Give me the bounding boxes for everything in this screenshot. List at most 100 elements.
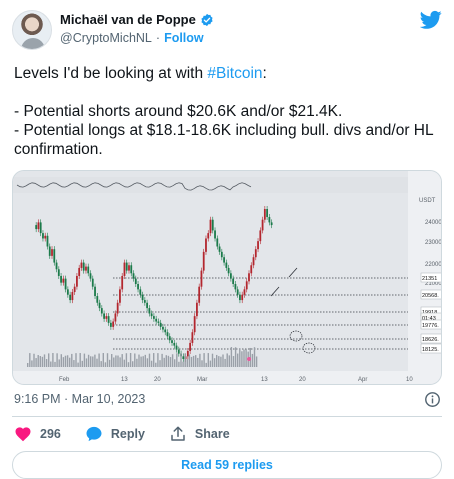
- candle-body: [94, 286, 96, 297]
- price-axis-unit: USDT: [419, 198, 436, 204]
- author-name[interactable]: Michaël van de Poppe: [60, 12, 196, 27]
- candle-body: [146, 302, 149, 309]
- candle-body: [216, 238, 219, 247]
- volume-bar: [207, 353, 209, 367]
- volume-bar: [132, 361, 134, 367]
- volume-bar: [203, 353, 205, 367]
- volume-bar: [237, 353, 239, 367]
- candle-body: [89, 273, 92, 279]
- share-arrow-icon: [171, 426, 185, 441]
- candle-body: [177, 349, 180, 354]
- candle-body: [270, 222, 273, 226]
- like-count: 296: [40, 427, 61, 441]
- time-tick-label: Apr: [358, 377, 367, 383]
- volume-bar: [92, 356, 94, 367]
- candle-body: [87, 266, 90, 274]
- candle-body: [252, 257, 255, 266]
- candle-body: [261, 219, 264, 231]
- volume-bar: [199, 353, 201, 367]
- volume-bar: [79, 353, 81, 367]
- volume-bar: [159, 360, 161, 367]
- volume-bar: [35, 358, 37, 367]
- volume-bar: [85, 358, 88, 367]
- volume-bar: [169, 357, 172, 367]
- volume-bar: [161, 353, 163, 367]
- price-tick-label: 22000.: [425, 262, 442, 268]
- candle-body: [191, 332, 194, 343]
- action-bar: 296 Reply Share: [14, 424, 254, 444]
- volume-bar: [188, 354, 191, 367]
- info-icon[interactable]: [424, 391, 441, 408]
- volume-bar: [184, 353, 186, 367]
- follow-button[interactable]: Follow: [164, 31, 204, 45]
- price-tick-label: 24000.: [425, 220, 442, 226]
- candle-body: [211, 219, 214, 231]
- volume-bar: [48, 353, 50, 367]
- chart-image[interactable]: 24000.23000.22000.21000.USDT2135120568.1…: [12, 170, 442, 385]
- twitter-bird-icon[interactable]: [420, 10, 442, 30]
- candle-body: [107, 316, 110, 323]
- volume-bar: [239, 348, 241, 367]
- volume-bar: [64, 355, 67, 367]
- volume-bar: [100, 361, 102, 367]
- candle-body: [109, 322, 112, 327]
- volume-bar: [171, 354, 174, 367]
- volume-bar: [77, 362, 79, 367]
- hashtag-link[interactable]: #Bitcoin: [207, 65, 262, 82]
- volume-bar: [182, 361, 184, 367]
- candle-body: [80, 262, 83, 268]
- like-button[interactable]: 296: [14, 425, 61, 443]
- volume-bar: [136, 358, 138, 367]
- candle-body: [196, 302, 198, 317]
- volume-bar: [54, 361, 56, 367]
- candle-body: [46, 235, 49, 247]
- volume-bar: [39, 356, 41, 367]
- volume-bar: [234, 347, 237, 367]
- candle-body: [153, 316, 155, 319]
- volume-bar: [213, 358, 216, 367]
- candle-body: [241, 294, 244, 301]
- volume-bar: [81, 360, 83, 367]
- candle-body: [100, 308, 103, 314]
- candle-body: [207, 233, 210, 239]
- volume-bar: [209, 360, 212, 367]
- read-replies-button[interactable]: Read 59 replies: [12, 451, 442, 479]
- candle-body: [164, 329, 167, 333]
- share-button[interactable]: Share: [169, 425, 230, 443]
- volume-bar: [66, 355, 69, 367]
- candle-body: [236, 289, 239, 295]
- candle-body: [139, 289, 142, 295]
- avatar[interactable]: [12, 10, 52, 50]
- volume-bar: [201, 360, 203, 367]
- tweet-timestamp[interactable]: 9:16 PM · Mar 10, 2023: [14, 392, 145, 406]
- candle-body: [66, 289, 69, 295]
- candle-body: [189, 342, 192, 351]
- candle-body: [130, 265, 133, 274]
- volume-bar: [33, 353, 35, 367]
- volume-bar: [146, 358, 149, 367]
- author-handle[interactable]: @CryptoMichNL: [60, 31, 152, 45]
- candle-body: [162, 326, 164, 330]
- btc-chart-svg: 24000.23000.22000.21000.USDT2135120568.1…: [13, 171, 442, 384]
- level-tag-label: 21351: [422, 276, 437, 282]
- volume-bar: [155, 362, 157, 367]
- volume-bar: [195, 355, 197, 367]
- candle-body: [42, 233, 44, 239]
- candle-body: [168, 336, 171, 341]
- level-tag-label: 19776.: [422, 323, 439, 329]
- candle-body: [148, 308, 151, 314]
- candle-body: [64, 278, 67, 290]
- volume-bar: [150, 360, 153, 367]
- volume-bar: [31, 360, 33, 367]
- volume-bar: [140, 356, 142, 367]
- candle-body: [234, 284, 237, 290]
- candle-body: [239, 294, 241, 301]
- candle-body: [257, 241, 259, 250]
- candle-body: [182, 356, 185, 359]
- candle-body: [85, 266, 87, 271]
- reply-button[interactable]: Reply: [85, 425, 145, 443]
- candle-body: [128, 265, 130, 271]
- volume-bar: [211, 353, 214, 367]
- tweet-body: Levels I'd be looking at with #Bitcoin: …: [14, 64, 444, 159]
- candle-body: [159, 322, 162, 327]
